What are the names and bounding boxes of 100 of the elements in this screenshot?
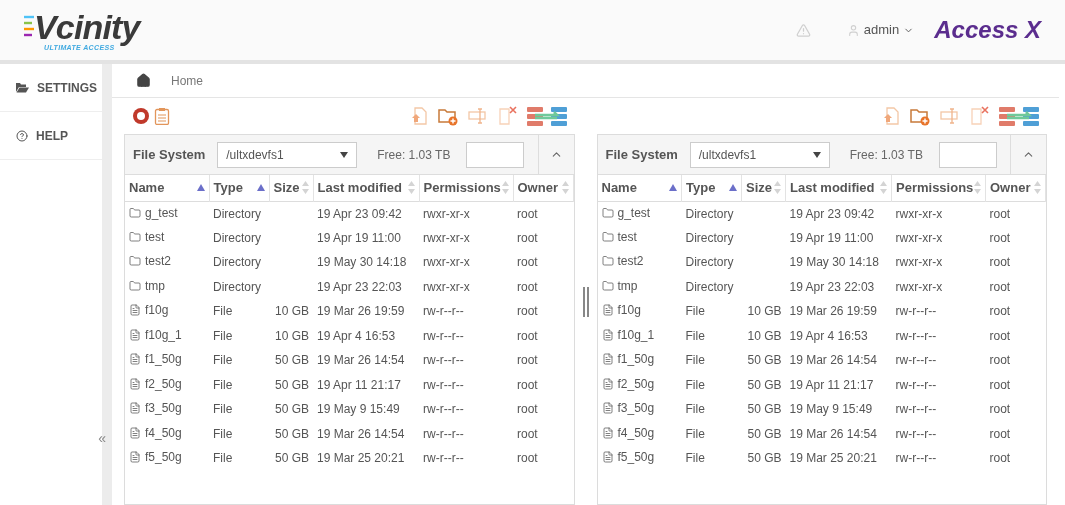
table-cell: 50 GB (747, 353, 782, 368)
table-cell: rwxr-xr-x (423, 255, 470, 270)
table-cell: File (685, 402, 705, 417)
product-name: Access X (934, 15, 1041, 45)
table-cell: 19 Apr 23 22:03 (317, 279, 402, 294)
table-cell: rw-r--r-- (895, 377, 937, 392)
sidebar-item[interactable]: HELP (0, 112, 102, 160)
column-header[interactable]: Owner (985, 175, 1046, 201)
file-system-label: File System (133, 145, 206, 164)
file-name-cell[interactable]: f2_50g (129, 374, 182, 393)
table-cell: File (685, 377, 705, 392)
table-cell: 19 Mar 25 20:21 (317, 451, 405, 466)
table-cell: 19 Mar 26 14:54 (789, 426, 877, 441)
table-cell: root (989, 230, 1011, 245)
table-cell: 19 Apr 19 11:00 (789, 230, 874, 245)
column-header[interactable]: Type (681, 175, 742, 201)
column-header[interactable]: Permissions (419, 175, 513, 201)
table-cell: root (989, 426, 1011, 441)
table-cell: root (989, 451, 1011, 466)
table-cell: 50 GB (747, 426, 782, 441)
column-header[interactable]: Last modified (785, 175, 892, 201)
table-cell: File (685, 304, 705, 319)
user-menu[interactable]: admin (846, 20, 915, 40)
table-cell: rw-r--r-- (895, 353, 937, 368)
table-cell: File (213, 377, 233, 392)
file-name-cell[interactable]: g_test (601, 203, 651, 222)
file-name-cell[interactable]: f1_50g (129, 350, 182, 369)
file-name-cell[interactable]: f3_50g (129, 399, 182, 418)
breadcrumb-link[interactable]: Home (171, 71, 203, 90)
table-cell: 50 GB (274, 402, 309, 417)
file-name-cell[interactable]: f10g_1 (129, 325, 182, 344)
table-cell: 50 GB (747, 451, 782, 466)
table-cell: File (213, 328, 233, 343)
table-cell: root (989, 279, 1011, 294)
table-cell: File (685, 353, 705, 368)
table-cell: root (517, 304, 538, 319)
file-name-cell[interactable]: g_test (129, 203, 178, 222)
path-dropdown[interactable]: /ultxdevfs1 (217, 141, 358, 168)
free-space-text: Free: 1.03 TB (377, 146, 451, 164)
table-cell: 10 GB (747, 304, 782, 319)
file-name-cell[interactable]: f4_50g (129, 423, 182, 442)
sidebar-item[interactable]: SETTINGS (0, 64, 102, 112)
table-cell: rw-r--r-- (895, 304, 937, 319)
column-header[interactable]: Last modified (313, 175, 419, 201)
column-header[interactable]: Size (269, 175, 313, 201)
table-cell: 19 Mar 26 14:54 (789, 353, 877, 368)
table-cell: root (517, 230, 538, 245)
file-name-cell[interactable]: f10g (129, 301, 169, 320)
file-name-cell[interactable]: f10g (601, 301, 641, 320)
table-cell: 10 GB (274, 328, 309, 343)
column-header[interactable]: Type (209, 175, 269, 201)
table-cell: File (213, 353, 233, 368)
table-cell: rw-r--r-- (423, 304, 464, 319)
file-name-cell[interactable]: f2_50g (601, 374, 655, 393)
file-name-cell[interactable]: f5_50g (601, 448, 655, 467)
table-cell: File (685, 451, 705, 466)
table-cell: 19 Apr 11 21:17 (789, 377, 874, 392)
path-dropdown[interactable]: /ultxdevfs1 (689, 141, 830, 168)
table-cell: rw-r--r-- (895, 426, 937, 441)
table-cell: root (989, 304, 1011, 319)
file-name-cell[interactable]: f3_50g (601, 399, 655, 418)
file-name-cell[interactable]: f4_50g (601, 423, 655, 442)
file-name-cell[interactable]: test (129, 227, 165, 246)
table-cell: File (213, 451, 233, 466)
file-name-cell[interactable]: f10g_1 (601, 325, 655, 344)
file-name-cell[interactable]: f5_50g (129, 448, 182, 467)
column-header[interactable]: Owner (513, 175, 573, 201)
table-cell: root (989, 402, 1011, 417)
file-system-label: File System (605, 145, 678, 164)
free-space-text: Free: 1.03 TB (849, 146, 923, 164)
file-name-cell[interactable]: tmp (129, 276, 165, 295)
table-cell: 19 May 9 15:49 (317, 402, 400, 417)
table-cell: Directory (213, 279, 261, 294)
table-cell: root (517, 451, 538, 466)
column-header[interactable]: Size (741, 175, 786, 201)
file-name-cell[interactable]: test (601, 227, 637, 246)
file-name-cell[interactable]: test2 (601, 252, 644, 271)
table-cell: 50 GB (747, 402, 782, 417)
table-cell: 50 GB (274, 353, 309, 368)
column-header[interactable]: Name (597, 175, 682, 201)
file-name-cell[interactable]: tmp (601, 276, 638, 295)
table-cell: root (989, 328, 1011, 343)
logo: Vcinity (34, 9, 140, 44)
table-cell: File (685, 328, 705, 343)
table-cell: 50 GB (274, 377, 309, 392)
table-cell: rw-r--r-- (423, 377, 464, 392)
table-cell: rwxr-xr-x (895, 255, 943, 270)
column-header[interactable]: Permissions (891, 175, 986, 201)
table-cell: rw-r--r-- (895, 328, 937, 343)
file-name-cell[interactable]: f1_50g (601, 350, 655, 369)
column-header[interactable]: Name (125, 175, 209, 201)
table-cell: File (213, 304, 233, 319)
table-cell: rw-r--r-- (423, 402, 464, 417)
table-cell: root (517, 426, 538, 441)
table-cell: 10 GB (274, 304, 309, 319)
table-cell: rwxr-xr-x (895, 279, 943, 294)
table-cell: root (517, 206, 538, 221)
table-cell: 19 Apr 4 16:53 (789, 328, 868, 343)
table-cell: Directory (685, 255, 734, 270)
file-name-cell[interactable]: test2 (129, 252, 171, 271)
